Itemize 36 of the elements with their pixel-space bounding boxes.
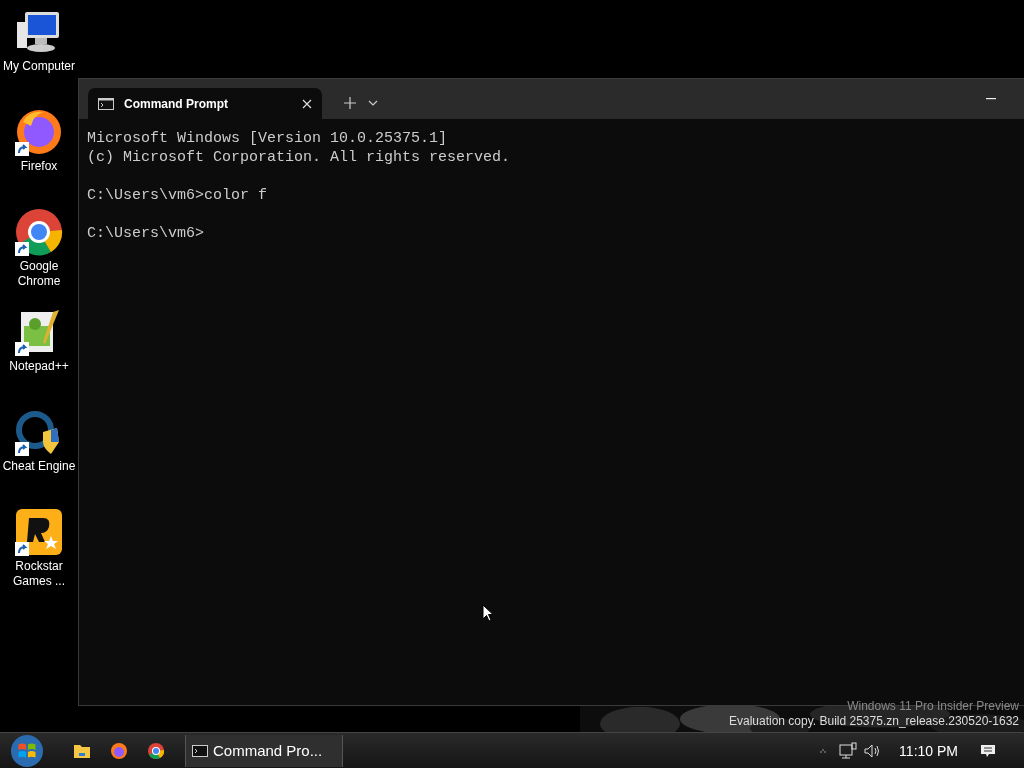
console-line: C:\Users\vm6>color f (87, 186, 269, 205)
mouse-cursor-icon (482, 604, 494, 622)
desktop-icon-label[interactable]: Cheat Engine (1, 459, 77, 474)
console-line: (c) Microsoft Corporation. All rights reserved. (87, 148, 512, 167)
firefox-icon[interactable] (15, 108, 63, 156)
taskbar-button[interactable]: Command Pro... (185, 734, 343, 767)
console-icon (192, 744, 208, 757)
watermark-text: Windows 11 Pro Insider Preview (847, 699, 1019, 714)
firefox-icon[interactable] (110, 741, 128, 760)
notification-icon[interactable] (980, 742, 996, 759)
terminal-tab[interactable]: Command Prompt (88, 88, 322, 119)
desktop-icon-label[interactable]: Rockstar Games ... (1, 559, 77, 589)
chrome-icon[interactable] (147, 741, 165, 760)
clock[interactable]: 11:10 PM (899, 742, 958, 759)
dropdown-caret-icon[interactable] (368, 100, 378, 106)
tray-overflow-icon[interactable] (819, 747, 828, 754)
chrome-icon[interactable] (15, 208, 63, 256)
console-line: C:\Users\vm6> (87, 224, 206, 243)
desktop-icon-label[interactable]: Notepad++ (1, 359, 77, 374)
console-icon (98, 97, 114, 110)
watermark-text: Evaluation copy. Build 25375.zn_release.230520-1632 (729, 714, 1019, 729)
rockstar-icon[interactable] (15, 508, 63, 556)
minimize-icon[interactable] (986, 98, 996, 100)
shortcut-arrow-icon (15, 442, 29, 456)
desktop-icon-label[interactable]: Firefox (1, 159, 77, 174)
network-icon[interactable] (839, 741, 858, 760)
close-icon[interactable] (302, 98, 312, 109)
shortcut-arrow-icon (15, 342, 29, 356)
desktop-icon-label[interactable]: My Computer (1, 59, 77, 74)
desktop-icon-label[interactable]: Google Chrome (1, 259, 77, 289)
shortcut-arrow-icon (15, 542, 29, 556)
console-line: Microsoft Windows [Version 10.0.25375.1] (87, 129, 449, 148)
new-tab-icon[interactable] (344, 97, 356, 109)
shortcut-arrow-icon (15, 142, 29, 156)
shortcut-arrow-icon (15, 242, 29, 256)
start-orb-icon[interactable] (10, 733, 44, 768)
